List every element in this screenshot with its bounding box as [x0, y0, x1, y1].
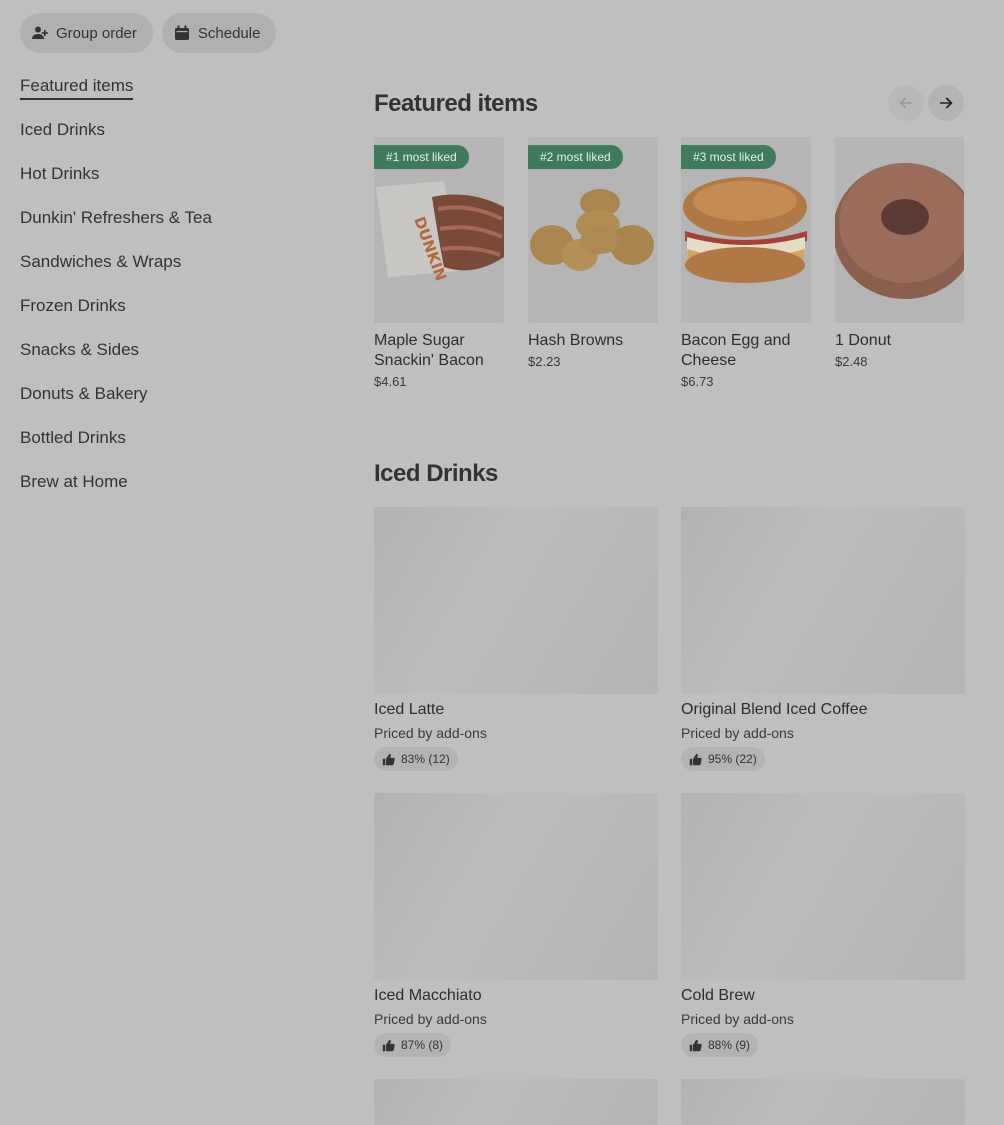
rating-text: 87% (8): [401, 1038, 444, 1052]
sidebar-item-label: Brew at Home: [20, 472, 128, 491]
thumbs-up-icon: [689, 753, 702, 765]
sidebar-item-label: Featured items: [20, 76, 134, 100]
item-image: [835, 137, 964, 323]
sidebar-item-sandwiches-wraps[interactable]: Sandwiches & Wraps: [20, 250, 320, 294]
item-image-placeholder: [374, 793, 658, 980]
sidebar-item-hot-drinks[interactable]: Hot Drinks: [20, 162, 320, 206]
sidebar-item-brew-at-home[interactable]: Brew at Home: [20, 470, 320, 514]
item-price-note: Priced by add-ons: [681, 1011, 794, 1027]
sidebar-item-snacks-sides[interactable]: Snacks & Sides: [20, 338, 320, 382]
most-liked-badge: #3 most liked: [681, 145, 776, 169]
rating-badge: 87% (8): [374, 1033, 452, 1057]
item-price-note: Priced by add-ons: [374, 725, 487, 741]
rating-badge: 95% (22): [681, 747, 765, 771]
sidebar-item-featured-items[interactable]: Featured items: [20, 74, 320, 118]
menu-item-card[interactable]: Cold Brew Priced by add-ons 88% (9): [681, 793, 965, 1057]
featured-item-card[interactable]: DUNKIN #1 most liked Maple Sugar Snackin…: [374, 137, 504, 389]
sidebar-item-label: Dunkin' Refreshers & Tea: [20, 208, 212, 227]
sidebar-item-iced-drinks[interactable]: Iced Drinks: [20, 118, 320, 162]
rating-badge: 83% (12): [374, 747, 458, 771]
carousel-next-button[interactable]: [928, 85, 964, 121]
item-name: Maple Sugar Snackin' Bacon: [374, 332, 484, 369]
most-liked-badge: #1 most liked: [374, 145, 469, 169]
carousel-prev-button[interactable]: [888, 85, 924, 121]
featured-item-card[interactable]: 1 Donut $2.48: [835, 137, 964, 369]
add-person-icon: [32, 26, 48, 39]
item-image: DUNKIN #1 most liked: [374, 137, 504, 323]
item-name: Original Blend Iced Coffee: [681, 701, 868, 718]
item-image: #3 most liked: [681, 137, 811, 323]
item-image-placeholder: [681, 793, 965, 980]
menu-item-card[interactable]: [374, 1079, 658, 1125]
item-image-placeholder: [681, 1079, 965, 1125]
top-actions: Group order Schedule: [20, 13, 277, 53]
sidebar-item-bottled-drinks[interactable]: Bottled Drinks: [20, 426, 320, 470]
rating-text: 95% (22): [708, 752, 757, 766]
menu-item-card[interactable]: Iced Macchiato Priced by add-ons 87% (8): [374, 793, 658, 1057]
item-price-note: Priced by add-ons: [681, 725, 794, 741]
rating-text: 83% (12): [401, 752, 450, 766]
item-name: Iced Macchiato: [374, 987, 482, 1004]
item-price: $2.23: [528, 354, 561, 369]
thumbs-up-icon: [382, 1039, 395, 1051]
item-name: Bacon Egg and Cheese: [681, 332, 791, 369]
item-name: Iced Latte: [374, 701, 445, 718]
calendar-icon: [174, 25, 189, 40]
sidebar-item-donuts-bakery[interactable]: Donuts & Bakery: [20, 382, 320, 426]
sidebar-item-label: Hot Drinks: [20, 164, 100, 183]
thumbs-up-icon: [689, 1039, 702, 1051]
sidebar-item-label: Bottled Drinks: [20, 428, 126, 447]
sidebar-item-label: Iced Drinks: [20, 120, 106, 139]
sidebar-item-label: Snacks & Sides: [20, 340, 140, 359]
sidebar-item-label: Donuts & Bakery: [20, 384, 148, 403]
item-image-placeholder: [681, 507, 965, 694]
arrow-right-icon: [940, 97, 953, 109]
group-order-button[interactable]: Group order: [20, 13, 153, 53]
featured-item-card[interactable]: #3 most liked Bacon Egg and Cheese $6.73: [681, 137, 811, 389]
schedule-label: Schedule: [197, 24, 261, 42]
carousel-nav: [888, 85, 964, 121]
menu-item-card[interactable]: Original Blend Iced Coffee Priced by add…: [681, 507, 965, 771]
donut-image: [835, 137, 964, 323]
iced-drinks-section-title: Iced Drinks: [374, 460, 498, 487]
item-name: Hash Browns: [528, 332, 624, 349]
item-price: $2.48: [835, 354, 868, 369]
most-liked-badge: #2 most liked: [528, 145, 623, 169]
menu-item-card[interactable]: Iced Latte Priced by add-ons 83% (12): [374, 507, 658, 771]
category-sidebar: Featured items Iced Drinks Hot Drinks Du…: [20, 74, 320, 514]
item-price: $4.61: [374, 374, 407, 389]
item-name: Cold Brew: [681, 987, 755, 1004]
thumbs-up-icon: [382, 753, 395, 765]
sidebar-item-frozen-drinks[interactable]: Frozen Drinks: [20, 294, 320, 338]
sidebar-item-label: Sandwiches & Wraps: [20, 252, 182, 271]
arrow-left-icon: [899, 97, 912, 109]
group-order-label: Group order: [56, 24, 137, 42]
sidebar-item-refreshers-tea[interactable]: Dunkin' Refreshers & Tea: [20, 206, 320, 250]
featured-section-title: Featured items: [374, 90, 538, 117]
item-image-placeholder: [374, 507, 658, 694]
item-name: 1 Donut: [835, 332, 892, 349]
schedule-button[interactable]: Schedule: [161, 13, 277, 53]
rating-badge: 88% (9): [681, 1033, 759, 1057]
item-image-placeholder: [374, 1079, 658, 1125]
sidebar-item-label: Frozen Drinks: [20, 296, 126, 315]
rating-text: 88% (9): [708, 1038, 751, 1052]
menu-item-card[interactable]: [681, 1079, 965, 1125]
item-price: $6.73: [681, 374, 714, 389]
featured-item-card[interactable]: #2 most liked Hash Browns $2.23: [528, 137, 658, 369]
featured-carousel: DUNKIN #1 most liked Maple Sugar Snackin…: [374, 137, 964, 397]
item-image: #2 most liked: [528, 137, 658, 323]
item-price-note: Priced by add-ons: [374, 1011, 487, 1027]
